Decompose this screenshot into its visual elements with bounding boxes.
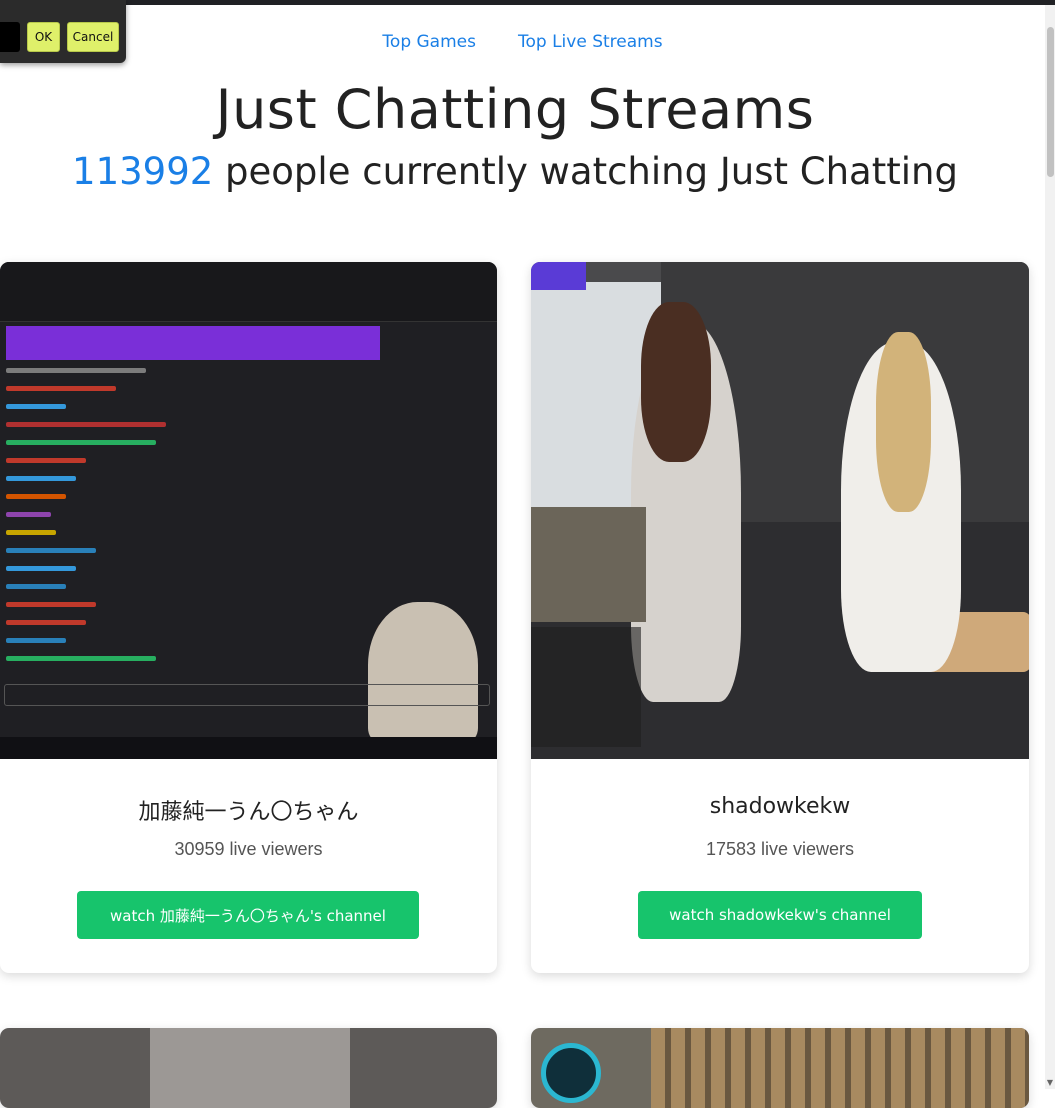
streamer-name: 加藤純一うん〇ちゃん [138, 800, 359, 825]
viewer-summary: 113992 people currently watching Just Ch… [0, 150, 1030, 193]
scrollbar-thumb[interactable] [1047, 27, 1054, 177]
top-nav: Top Games Top Live Streams [0, 32, 1045, 52]
watch-channel-button[interactable]: watch shadowkekw's channel [638, 891, 922, 939]
thumbnail-chat-line [6, 620, 86, 625]
thumbnail-chat-line [6, 548, 96, 553]
thumbnail-chat-overlay [531, 627, 641, 747]
thumbnail-chat-line [6, 386, 116, 391]
thumbnail-chat-line [6, 512, 51, 517]
thumbnail-chat-line [6, 494, 66, 499]
thumbnail-hair [876, 332, 931, 512]
thumbnail-logo [541, 1043, 601, 1103]
stream-card: shadowkekw 17583 live viewers watch shad… [531, 262, 1029, 973]
window-top-strip [0, 0, 1055, 5]
page-title: Just Chatting Streams [215, 78, 815, 141]
thumbnail-chat-header [0, 262, 497, 322]
thumbnail-chat-line [6, 566, 76, 571]
thumbnail-hair [641, 302, 711, 462]
thumbnail-chat-line [6, 440, 156, 445]
thumbnail-chat-line [6, 476, 76, 481]
thumbnail-chat-line [6, 656, 156, 661]
stream-thumbnail[interactable] [531, 1028, 1029, 1108]
stream-thumbnail[interactable] [531, 262, 1029, 759]
thumbnail-streamer [368, 602, 478, 742]
thumbnail-chat-line [6, 404, 66, 409]
page-scrollbar[interactable]: ▼ [1045, 5, 1055, 1089]
thumbnail-overlay-badge [531, 262, 586, 290]
live-viewer-count: 17583 live viewers [705, 839, 855, 859]
thumbnail-taskbar [0, 737, 497, 759]
thumbnail-chat-line [6, 458, 86, 463]
thumbnail-chat-banner [6, 326, 380, 360]
thumbnail-chat-line [6, 530, 56, 535]
watch-channel-button[interactable]: watch 加藤純一うん〇ちゃん's channel [77, 891, 419, 939]
stream-card [0, 1028, 497, 1108]
thumbnail-chat-line [6, 638, 66, 643]
thumbnail-chat-line [6, 368, 146, 373]
thumbnail-chat-line [6, 422, 166, 427]
thumbnail-chat-line [6, 584, 66, 589]
stream-card: 加藤純一うん〇ちゃん 30959 live viewers watch 加藤純一… [0, 262, 497, 973]
thumbnail-scene [150, 1028, 350, 1108]
streamer-name: shadowkekw [709, 794, 851, 819]
nav-link-top-live-streams[interactable]: Top Live Streams [518, 32, 663, 52]
thumbnail-webcam [531, 507, 646, 622]
nav-link-top-games[interactable]: Top Games [382, 32, 476, 52]
stream-card [531, 1028, 1029, 1108]
stream-thumbnail[interactable] [0, 1028, 497, 1108]
viewer-count: 113992 [72, 150, 214, 193]
live-viewer-count: 30959 live viewers [174, 839, 323, 859]
viewer-summary-text: people currently watching Just Chatting [213, 150, 958, 193]
scroll-down-arrow-icon[interactable]: ▼ [1046, 1079, 1054, 1087]
stream-thumbnail[interactable] [0, 262, 497, 759]
thumbnail-scene [651, 1028, 1029, 1108]
thumbnail-chat-input [4, 684, 490, 706]
thumbnail-chat-line [6, 602, 96, 607]
